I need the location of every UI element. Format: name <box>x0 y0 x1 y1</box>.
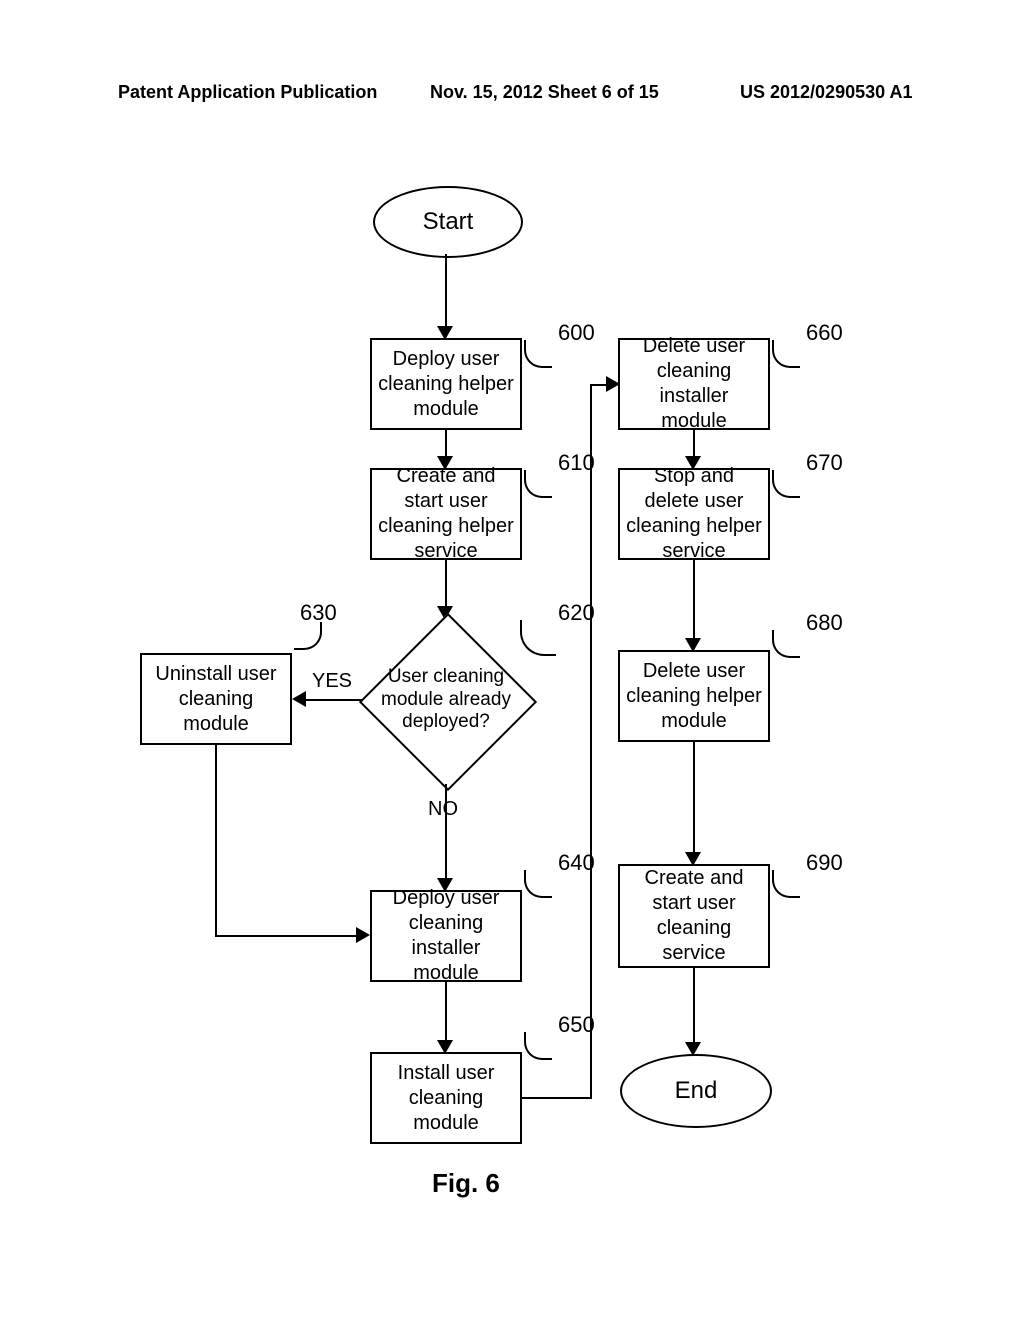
process-670-label: Stop and delete user cleaning helper ser… <box>626 464 762 564</box>
edge-no-label: NO <box>428 798 458 821</box>
arrowhead-icon <box>292 691 306 707</box>
process-660-label: Delete user cleaning installer module <box>626 334 762 434</box>
connector <box>445 254 447 330</box>
leader-line <box>772 870 800 898</box>
figure-caption: Fig. 6 <box>432 1168 500 1199</box>
ref-630: 630 <box>300 600 337 626</box>
ref-600: 600 <box>558 320 595 346</box>
ref-670: 670 <box>806 450 843 476</box>
connector <box>445 560 447 610</box>
connector <box>693 742 695 856</box>
connector <box>693 968 695 1046</box>
process-650: Install user cleaning module <box>370 1052 522 1144</box>
process-610-label: Create and start user cleaning helper se… <box>378 464 514 564</box>
decision-620-label: User cleaning module already deployed? <box>360 666 532 734</box>
connector <box>693 560 695 642</box>
leader-line <box>524 870 552 898</box>
process-670: Stop and delete user cleaning helper ser… <box>618 468 770 560</box>
flowchart: Start Deploy user cleaning helper module… <box>0 0 1024 1320</box>
process-690-label: Create and start user cleaning service <box>626 866 762 966</box>
leader-line <box>524 1032 552 1060</box>
connector <box>215 935 358 937</box>
process-680-label: Delete user cleaning helper module <box>626 659 762 734</box>
process-650-label: Install user cleaning module <box>378 1061 514 1136</box>
connector <box>522 1097 592 1099</box>
terminal-start: Start <box>373 186 523 258</box>
connector <box>304 699 362 701</box>
process-610: Create and start user cleaning helper se… <box>370 468 522 560</box>
leader-line <box>524 340 552 368</box>
leader-line <box>772 340 800 368</box>
leader-line <box>772 630 800 658</box>
ref-680: 680 <box>806 610 843 636</box>
connector <box>590 384 592 1099</box>
connector <box>445 982 447 1044</box>
process-630: Uninstall user cleaning module <box>140 653 292 745</box>
connector <box>215 745 217 935</box>
leader-line <box>294 622 322 650</box>
decision-620: User cleaning module already deployed? <box>360 614 532 786</box>
process-640-label: Deploy user cleaning installer module <box>378 886 514 986</box>
process-600: Deploy user cleaning helper module <box>370 338 522 430</box>
terminal-start-label: Start <box>423 208 474 236</box>
ref-690: 690 <box>806 850 843 876</box>
process-680: Delete user cleaning helper module <box>618 650 770 742</box>
leader-line <box>524 470 552 498</box>
leader-line <box>772 470 800 498</box>
edge-yes-label: YES <box>312 670 352 693</box>
arrowhead-icon <box>356 927 370 943</box>
terminal-end-label: End <box>675 1077 718 1105</box>
ref-660: 660 <box>806 320 843 346</box>
process-630-label: Uninstall user cleaning module <box>148 662 284 737</box>
process-660: Delete user cleaning installer module <box>618 338 770 430</box>
process-690: Create and start user cleaning service <box>618 864 770 968</box>
process-600-label: Deploy user cleaning helper module <box>378 347 514 422</box>
terminal-end: End <box>620 1054 772 1128</box>
process-640: Deploy user cleaning installer module <box>370 890 522 982</box>
